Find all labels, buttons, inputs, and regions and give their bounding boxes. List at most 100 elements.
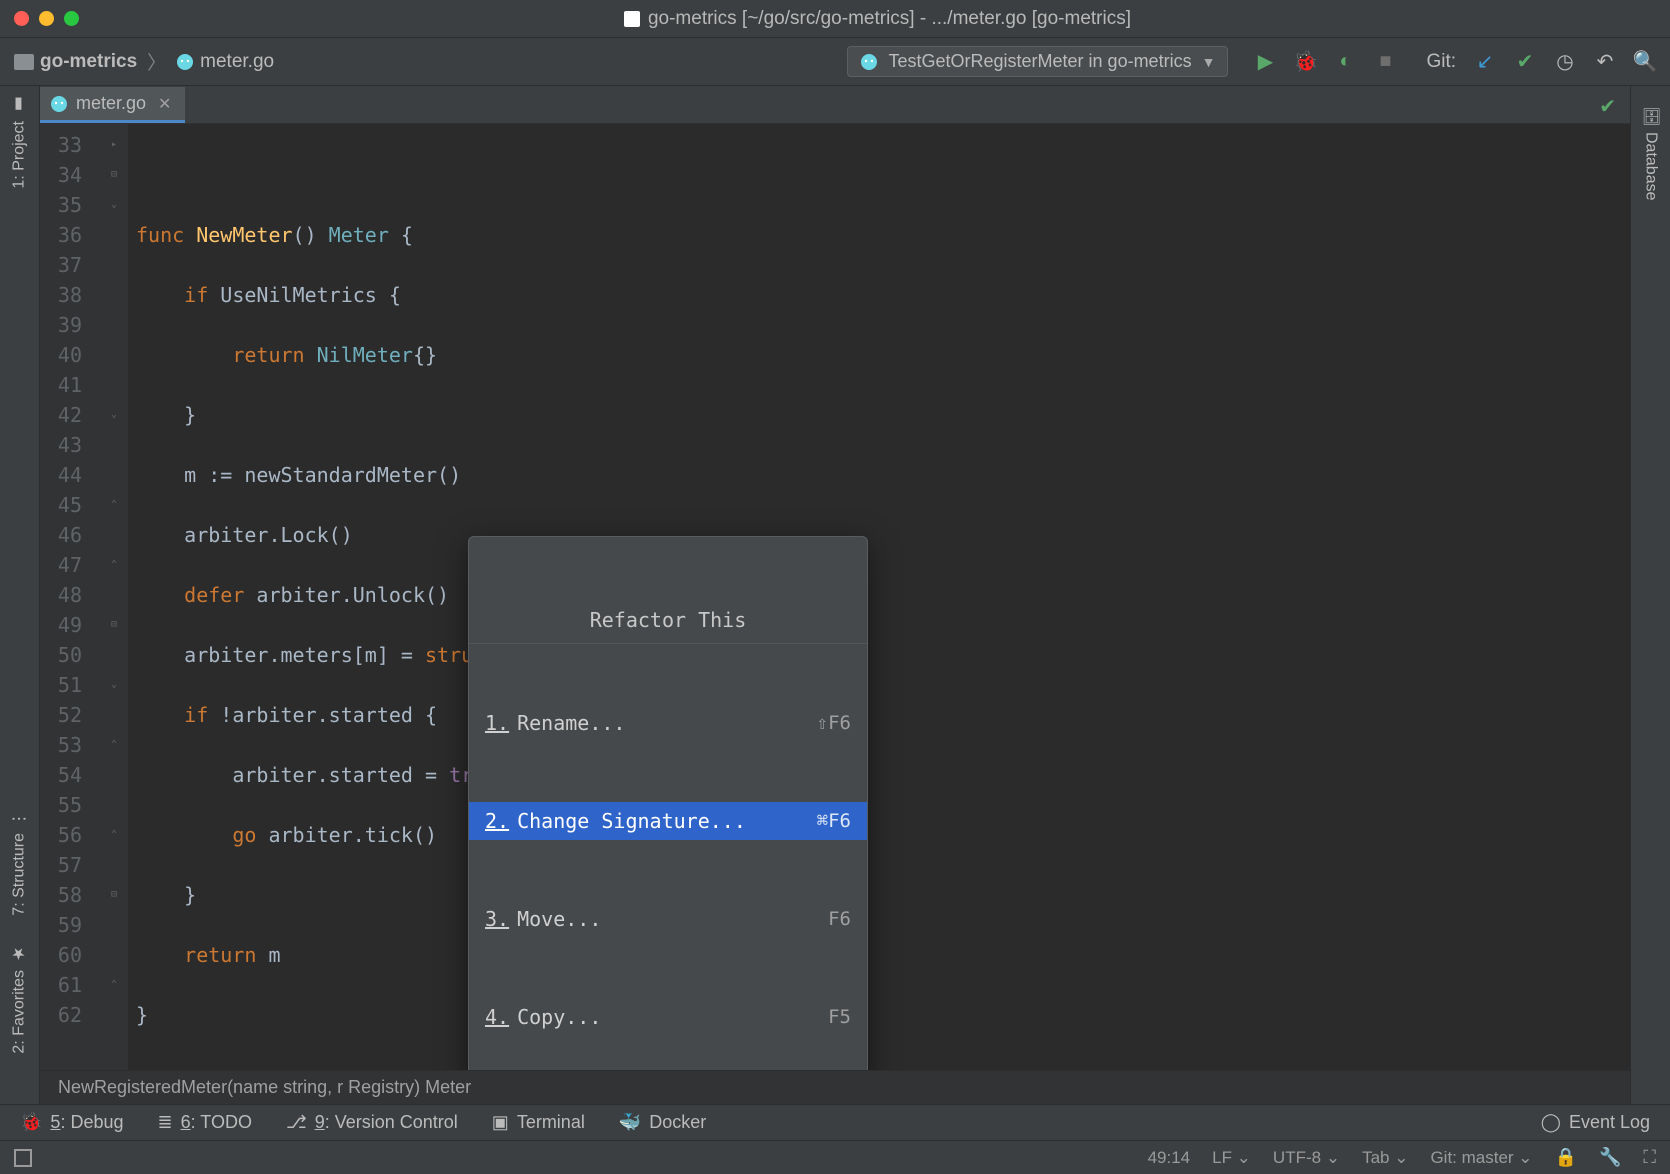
bottom-tab-todo[interactable]: ≣ 6: TODO <box>157 1112 251 1133</box>
file-encoding[interactable]: UTF-8 ⌄ <box>1273 1148 1340 1168</box>
line-number: 54 <box>50 760 82 790</box>
line-number: 53 <box>50 730 82 760</box>
editor-tab-meter[interactable]: meter.go ✕ <box>40 87 185 123</box>
line-number: 42 <box>50 400 82 430</box>
sidebar-tab-label: 7: Structure <box>11 833 29 916</box>
sidebar-tab-project[interactable]: 1: Project ▮ <box>10 96 29 189</box>
chevron-down-icon: ▼ <box>1202 54 1216 70</box>
bottom-tab-terminal[interactable]: ▣ Terminal <box>492 1112 585 1133</box>
editor-breadcrumb[interactable]: NewRegisteredMeter(name string, r Regist… <box>40 1070 1630 1104</box>
git-update-button[interactable]: ↙ <box>1474 51 1496 73</box>
tool-windows-toggle-icon[interactable] <box>14 1149 32 1167</box>
breadcrumb-project[interactable]: go-metrics <box>40 51 137 73</box>
line-number: 41 <box>50 370 82 400</box>
line-number: 40 <box>50 340 82 370</box>
editor-tabs: meter.go ✕ <box>40 86 1630 124</box>
line-number: 34 <box>50 160 82 190</box>
breadcrumb[interactable]: go-metrics 〉 meter.go <box>14 48 274 75</box>
line-number: 56 <box>50 820 82 850</box>
breadcrumb-separator: 〉 <box>147 48 166 75</box>
git-commit-button[interactable]: ✔ <box>1514 51 1536 73</box>
line-number: 43 <box>50 430 82 460</box>
folder-icon <box>14 54 34 70</box>
line-number: 49 <box>50 610 82 640</box>
popup-item-copy[interactable]: 4.Copy... F5 <box>469 998 867 1036</box>
window-titlebar: go-metrics [~/go/src/go-metrics] - .../m… <box>0 0 1670 38</box>
line-number: 57 <box>50 850 82 880</box>
editor-breadcrumb-text: NewRegisteredMeter(name string, r Regist… <box>58 1077 471 1098</box>
line-number: 39 <box>50 310 82 340</box>
run-with-coverage-button[interactable]: ◐ <box>1334 51 1356 73</box>
database-icon: 🗄 <box>1641 106 1660 126</box>
popup-title: Refactor This <box>469 597 867 644</box>
fold-gutter[interactable]: ▸⊟⌄⌄⌃⌃⊟⌄⌃⌃⊟⌃ <box>100 124 128 1070</box>
sidebar-tab-database[interactable]: 🗄 Database <box>1641 106 1660 201</box>
sidebar-tab-label: 2: Favorites <box>11 970 29 1054</box>
window-title-text: go-metrics [~/go/src/go-metrics] - .../m… <box>648 8 1131 30</box>
go-file-icon <box>176 53 194 71</box>
status-bar: 49:14 LF ⌄ UTF-8 ⌄ Tab ⌄ Git: master ⌄ 🔒… <box>0 1140 1670 1174</box>
line-number: 52 <box>50 700 82 730</box>
editor: meter.go ✕ ✔ 333435363738394041424344454… <box>40 86 1630 1104</box>
bottom-tab-version-control[interactable]: ⎇ 9: Version Control <box>286 1112 458 1133</box>
file-icon <box>624 11 640 27</box>
caret-position[interactable]: 49:14 <box>1148 1148 1191 1168</box>
balloon-icon: ◯ <box>1541 1112 1561 1133</box>
docker-icon: 🐳 <box>619 1112 641 1133</box>
bottom-tab-docker[interactable]: 🐳 Docker <box>619 1112 706 1133</box>
line-number: 45 <box>50 490 82 520</box>
sidebar-tab-label: 1: Project <box>11 121 29 189</box>
line-number: 36 <box>50 220 82 250</box>
zoom-window-button[interactable] <box>64 11 79 26</box>
line-number: 50 <box>50 640 82 670</box>
memory-indicator-icon[interactable]: ⛶ <box>1643 1147 1656 1168</box>
line-number: 33 <box>50 130 82 160</box>
go-file-icon <box>50 95 68 113</box>
sidebar-tab-structure[interactable]: 7: Structure ⋮ <box>10 811 29 916</box>
code-content[interactable]: func NewMeter() Meter { if UseNilMetrics… <box>128 124 1630 1070</box>
run-button[interactable]: ▶ <box>1254 51 1276 73</box>
run-configuration-selector[interactable]: TestGetOrRegisterMeter in go-metrics ▼ <box>847 46 1228 77</box>
close-window-button[interactable] <box>14 11 29 26</box>
star-icon: ★ <box>10 945 29 964</box>
structure-icon: ⋮ <box>10 811 29 827</box>
popup-item-change-signature[interactable]: 2.Change Signature... ⌘F6 <box>469 802 867 840</box>
sidebar-tab-label: Database <box>1642 132 1660 201</box>
git-history-button[interactable]: ◷ <box>1554 51 1576 73</box>
git-label: Git: <box>1426 51 1456 73</box>
settings-icon[interactable]: 🔧 <box>1599 1147 1621 1168</box>
right-tool-strip: 🗄 Database <box>1630 86 1670 1104</box>
bottom-tab-event-log[interactable]: ◯ Event Log <box>1541 1112 1650 1133</box>
minimize-window-button[interactable] <box>39 11 54 26</box>
search-everywhere-button[interactable]: 🔍 <box>1634 51 1656 73</box>
inspection-status-icon[interactable]: ✔ <box>1599 94 1616 119</box>
line-number: 48 <box>50 580 82 610</box>
code-area[interactable]: 3334353637383940414243444546474849505152… <box>40 124 1630 1070</box>
readonly-toggle-icon[interactable]: 🔒 <box>1555 1147 1577 1168</box>
bottom-tool-bar: 🐞 5: Debug ≣ 6: TODO ⎇ 9: Version Contro… <box>0 1104 1670 1140</box>
line-number: 47 <box>50 550 82 580</box>
git-revert-button[interactable]: ↶ <box>1594 51 1616 73</box>
line-separator[interactable]: LF ⌄ <box>1212 1148 1251 1168</box>
line-number: 38 <box>50 280 82 310</box>
git-branch[interactable]: Git: master ⌄ <box>1430 1148 1532 1168</box>
popup-item-rename[interactable]: 1.Rename... ⇧F6 <box>469 704 867 742</box>
go-run-icon <box>860 53 878 71</box>
breadcrumb-file[interactable]: meter.go <box>200 51 274 73</box>
traffic-lights <box>14 11 79 26</box>
popup-item-move[interactable]: 3.Move... F6 <box>469 900 867 938</box>
indent-settings[interactable]: Tab ⌄ <box>1362 1148 1408 1168</box>
bottom-tab-debug[interactable]: 🐞 5: Debug <box>20 1112 123 1133</box>
sidebar-tab-favorites[interactable]: 2: Favorites ★ <box>10 945 29 1054</box>
stop-button[interactable]: ■ <box>1374 51 1396 73</box>
debug-button[interactable]: 🐞 <box>1294 51 1316 73</box>
refactor-this-popup: Refactor This 1.Rename... ⇧F6 2.Change S… <box>468 536 868 1070</box>
line-number: 46 <box>50 520 82 550</box>
line-number: 58 <box>50 880 82 910</box>
line-number: 60 <box>50 940 82 970</box>
close-tab-icon[interactable]: ✕ <box>158 94 171 114</box>
main-area: 1: Project ▮ 7: Structure ⋮ 2: Favorites… <box>0 86 1670 1104</box>
line-number: 37 <box>50 250 82 280</box>
editor-tab-label: meter.go <box>76 93 146 114</box>
line-number: 55 <box>50 790 82 820</box>
